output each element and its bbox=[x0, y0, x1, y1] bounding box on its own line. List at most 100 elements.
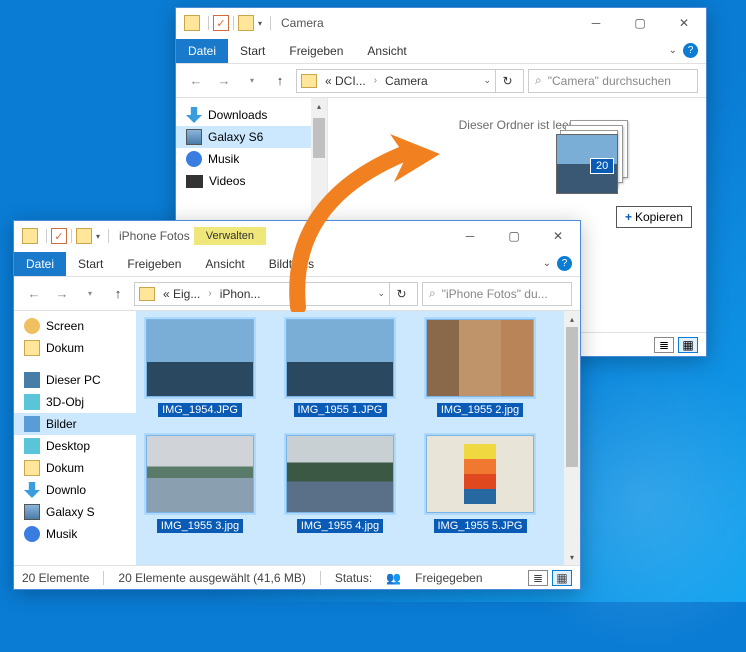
scrollbar[interactable]: ▴▾ bbox=[564, 311, 580, 565]
ribbon-tabs: Datei Start Freigeben Ansicht Bildtools … bbox=[14, 251, 580, 277]
chevron-right-icon[interactable]: › bbox=[204, 288, 215, 299]
tree-item[interactable]: Screen​ bbox=[14, 315, 136, 337]
scroll-up-icon[interactable]: ▴ bbox=[564, 311, 580, 327]
breadcrumb[interactable]: « DCI... bbox=[321, 74, 370, 88]
tree-item[interactable]: Galaxy S​ bbox=[14, 501, 136, 523]
close-button[interactable]: ✕ bbox=[536, 221, 580, 251]
copy-tooltip: +Kopieren bbox=[616, 206, 692, 228]
tab-view[interactable]: Ansicht bbox=[193, 252, 256, 276]
tab-bildtools[interactable]: Bildtools bbox=[257, 252, 326, 276]
tree-item[interactable]: Musik bbox=[14, 523, 136, 545]
scroll-up-icon[interactable]: ▴ bbox=[311, 98, 327, 114]
forward-button[interactable]: → bbox=[212, 69, 236, 93]
folder-content[interactable]: IMG_1954.JPG IMG_1955 1.JPG IMG_1955 2.j… bbox=[136, 311, 580, 565]
back-button[interactable]: ← bbox=[184, 69, 208, 93]
search-input[interactable]: ⌕ "Camera" durchsuchen bbox=[528, 69, 698, 93]
search-placeholder: "Camera" durchsuchen bbox=[548, 74, 671, 88]
folder-icon bbox=[139, 287, 155, 301]
tree-item-bilder[interactable]: Bilder bbox=[14, 413, 136, 435]
quick-access-dropdown-icon[interactable]: ▾ bbox=[258, 19, 262, 28]
view-details-button[interactable]: ≣ bbox=[528, 570, 548, 586]
titlebar[interactable]: ✓ ▾ iPhone Fotos Verwalten ─ ▢ ✕ bbox=[14, 221, 580, 251]
search-input[interactable]: ⌕ "iPhone Fotos" du... bbox=[422, 282, 572, 306]
navigation-tree[interactable]: Screen​ Dokum​ Dieser PC 3D-Obj​ Bilder … bbox=[14, 311, 136, 565]
folder-icon bbox=[184, 15, 200, 31]
breadcrumb[interactable]: iPhon... bbox=[216, 287, 265, 301]
3d-objects-icon bbox=[24, 394, 40, 410]
up-button[interactable]: ↑ bbox=[268, 69, 292, 93]
address-bar[interactable]: « DCI... › Camera ⌄ ↻ bbox=[296, 69, 524, 93]
search-placeholder: "iPhone Fotos" du... bbox=[442, 287, 548, 301]
file-thumbnail[interactable]: IMG_1955 4.jpg bbox=[284, 435, 396, 533]
search-icon: ⌕ bbox=[429, 286, 436, 301]
music-icon bbox=[186, 151, 202, 167]
ribbon-tabs: Datei Start Freigeben Ansicht ⌄ ? bbox=[176, 38, 706, 64]
recent-dropdown-icon[interactable]: ▾ bbox=[240, 69, 264, 93]
breadcrumb[interactable]: « Eig... bbox=[159, 287, 204, 301]
context-tab-manage[interactable]: Verwalten bbox=[194, 227, 266, 245]
tree-item-this-pc[interactable]: Dieser PC bbox=[14, 369, 136, 391]
forward-button[interactable]: → bbox=[50, 282, 74, 306]
pictures-icon bbox=[24, 416, 40, 432]
breadcrumb[interactable]: Camera bbox=[381, 74, 432, 88]
quick-access-check-icon[interactable]: ✓ bbox=[213, 15, 229, 31]
file-thumbnail[interactable]: IMG_1955 1.JPG bbox=[284, 319, 396, 417]
file-thumbnail[interactable]: IMG_1955 2.jpg bbox=[424, 319, 536, 417]
tree-item-videos[interactable]: Videos bbox=[176, 170, 327, 192]
tree-item-music[interactable]: Musik bbox=[176, 148, 327, 170]
tree-item[interactable]: 3D-Obj​ bbox=[14, 391, 136, 413]
view-thumbnails-button[interactable]: ▦ bbox=[552, 570, 572, 586]
quick-access-folder-icon[interactable] bbox=[238, 15, 254, 31]
tree-item[interactable]: Desktop bbox=[14, 435, 136, 457]
ribbon-expand-icon[interactable]: ⌄ bbox=[669, 45, 677, 56]
scroll-thumb[interactable] bbox=[566, 327, 578, 467]
tab-share[interactable]: Freigeben bbox=[115, 252, 193, 276]
tab-start[interactable]: Start bbox=[66, 252, 115, 276]
maximize-button[interactable]: ▢ bbox=[492, 221, 536, 251]
back-button[interactable]: ← bbox=[22, 282, 46, 306]
up-button[interactable]: ↑ bbox=[106, 282, 130, 306]
help-icon[interactable]: ? bbox=[557, 256, 572, 271]
address-dropdown-icon[interactable]: ⌄ bbox=[373, 288, 389, 299]
tab-file[interactable]: Datei bbox=[176, 39, 228, 63]
tab-view[interactable]: Ansicht bbox=[355, 39, 418, 63]
address-bar[interactable]: « Eig... › iPhon... ⌄ ↻ bbox=[134, 282, 418, 306]
refresh-button[interactable]: ↻ bbox=[389, 283, 413, 305]
view-thumbnails-button[interactable]: ▦ bbox=[678, 337, 698, 353]
navigation-bar: ← → ▾ ↑ « DCI... › Camera ⌄ ↻ ⌕ "Camera"… bbox=[176, 64, 706, 98]
tree-item[interactable]: Downlo​ bbox=[14, 479, 136, 501]
tree-item[interactable]: Dokum​ bbox=[14, 457, 136, 479]
phone-icon bbox=[24, 504, 40, 520]
help-icon[interactable]: ? bbox=[683, 43, 698, 58]
tab-share[interactable]: Freigeben bbox=[277, 39, 355, 63]
quick-access-check-icon[interactable]: ✓ bbox=[51, 228, 67, 244]
tab-file[interactable]: Datei bbox=[14, 252, 66, 276]
address-dropdown-icon[interactable]: ⌄ bbox=[479, 75, 495, 86]
minimize-button[interactable]: ─ bbox=[448, 221, 492, 251]
close-button[interactable]: ✕ bbox=[662, 8, 706, 38]
refresh-button[interactable]: ↻ bbox=[495, 70, 519, 92]
scroll-down-icon[interactable]: ▾ bbox=[564, 549, 580, 565]
maximize-button[interactable]: ▢ bbox=[618, 8, 662, 38]
minimize-button[interactable]: ─ bbox=[574, 8, 618, 38]
download-icon bbox=[24, 482, 40, 498]
ribbon-expand-icon[interactable]: ⌄ bbox=[543, 258, 551, 269]
chevron-right-icon[interactable]: › bbox=[370, 75, 381, 86]
folder-icon bbox=[301, 74, 317, 88]
file-thumbnail[interactable]: IMG_1955 5.JPG bbox=[424, 435, 536, 533]
folder-icon bbox=[22, 228, 38, 244]
tree-item-galaxy-s6[interactable]: Galaxy S6 bbox=[176, 126, 327, 148]
tree-item[interactable]: Dokum​ bbox=[14, 337, 136, 359]
tree-item-downloads[interactable]: Downloads bbox=[176, 104, 327, 126]
quick-access-dropdown-icon[interactable]: ▾ bbox=[96, 232, 100, 241]
view-details-button[interactable]: ≣ bbox=[654, 337, 674, 353]
file-name: IMG_1955 1.JPG bbox=[294, 403, 387, 417]
tab-start[interactable]: Start bbox=[228, 39, 277, 63]
quick-access-folder-icon[interactable] bbox=[76, 228, 92, 244]
titlebar[interactable]: ✓ ▾ Camera ─ ▢ ✕ bbox=[176, 8, 706, 38]
file-thumbnail[interactable]: IMG_1955 3.jpg bbox=[144, 435, 256, 533]
download-icon bbox=[186, 107, 202, 123]
file-thumbnail[interactable]: IMG_1954.JPG bbox=[144, 319, 256, 417]
recent-dropdown-icon[interactable]: ▾ bbox=[78, 282, 102, 306]
scroll-thumb[interactable] bbox=[313, 118, 325, 158]
